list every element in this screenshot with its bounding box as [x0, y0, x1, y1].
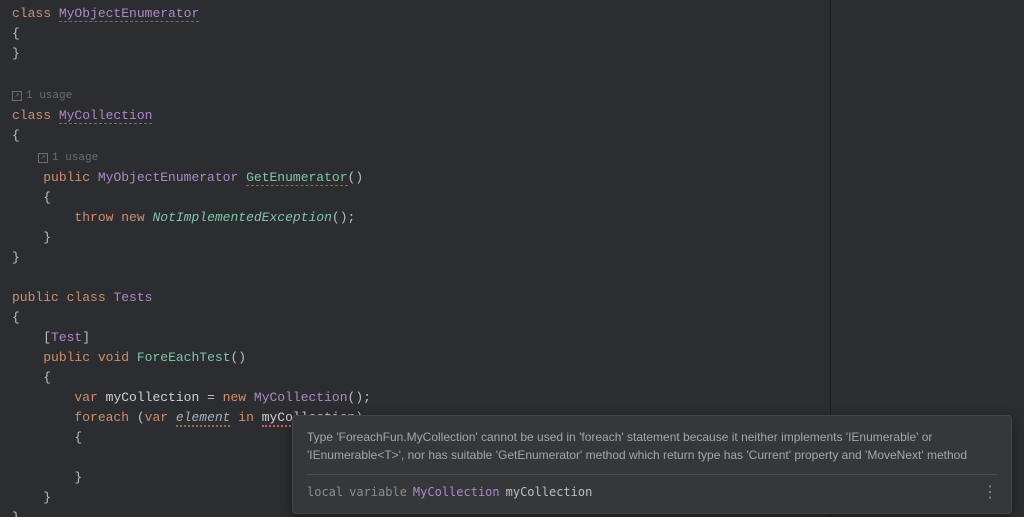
- type-name-myobjectenumerator[interactable]: MyObjectEnumerator: [59, 6, 199, 22]
- attr-bracket: [: [43, 330, 51, 345]
- usage-hint[interactable]: ↗ 1 usage: [12, 86, 72, 106]
- keyword-class: class: [12, 6, 51, 21]
- variable-element[interactable]: element: [176, 410, 231, 427]
- keyword-public: public: [12, 290, 59, 305]
- tooltip-varname: myCollection: [506, 483, 593, 501]
- keyword-in: in: [238, 410, 254, 425]
- method-foreachtest[interactable]: ForeEachTest: [137, 350, 231, 365]
- brace-close: }: [12, 510, 20, 517]
- keyword-class: class: [12, 108, 51, 123]
- return-type[interactable]: MyObjectEnumerator: [98, 170, 238, 185]
- error-tooltip: Type 'ForeachFun.MyCollection' cannot be…: [292, 415, 1012, 514]
- brace-open: {: [12, 128, 20, 143]
- type-tests[interactable]: Tests: [113, 290, 152, 305]
- variable-mycollection[interactable]: myCollection: [106, 390, 200, 405]
- keyword-var: var: [74, 390, 97, 405]
- parens: (): [348, 170, 364, 185]
- usage-count: 1 usage: [52, 148, 98, 168]
- attribute-test[interactable]: Test: [51, 330, 82, 345]
- usage-count: 1 usage: [26, 86, 72, 106]
- exception-type[interactable]: NotImplementedException: [152, 210, 331, 225]
- brace-open: {: [43, 370, 51, 385]
- tooltip-divider: [307, 474, 997, 475]
- brace-close: }: [12, 250, 20, 265]
- keyword-foreach: foreach: [74, 410, 129, 425]
- brace-open: {: [12, 26, 20, 41]
- method-getenumerator[interactable]: GetEnumerator: [246, 170, 347, 186]
- keyword-public: public: [43, 350, 90, 365]
- parens-semi: ();: [332, 210, 355, 225]
- equals: =: [199, 390, 222, 405]
- type-mycollection[interactable]: MyCollection: [254, 390, 348, 405]
- brace-open: {: [12, 310, 20, 325]
- tooltip-error-text: Type 'ForeachFun.MyCollection' cannot be…: [307, 428, 997, 464]
- brace-close: }: [74, 470, 82, 485]
- brace-close: }: [12, 46, 20, 61]
- usage-icon: ↗: [12, 91, 22, 101]
- tooltip-local: local: [307, 483, 343, 501]
- type-name-mycollection[interactable]: MyCollection: [59, 108, 153, 124]
- keyword-class: class: [67, 290, 106, 305]
- tooltip-symbol-info: local variable MyCollection myCollection…: [307, 483, 997, 501]
- keyword-throw: throw: [74, 210, 113, 225]
- keyword-void: void: [98, 350, 129, 365]
- parens-semi: ();: [348, 390, 371, 405]
- paren-open: (: [129, 410, 145, 425]
- keyword-var: var: [145, 410, 168, 425]
- keyword-public: public: [43, 170, 90, 185]
- tooltip-variable: variable: [349, 483, 407, 501]
- tooltip-type: MyCollection: [413, 483, 500, 501]
- keyword-new: new: [223, 390, 246, 405]
- usage-hint[interactable]: ↗ 1 usage: [12, 148, 98, 168]
- brace-close: }: [43, 490, 51, 505]
- more-actions-icon[interactable]: ⋮: [982, 487, 997, 497]
- parens: (): [231, 350, 247, 365]
- keyword-new: new: [121, 210, 144, 225]
- attr-bracket: ]: [82, 330, 90, 345]
- brace-close: }: [43, 230, 51, 245]
- brace-open: {: [43, 190, 51, 205]
- brace-open: {: [74, 430, 82, 445]
- usage-icon: ↗: [38, 153, 48, 163]
